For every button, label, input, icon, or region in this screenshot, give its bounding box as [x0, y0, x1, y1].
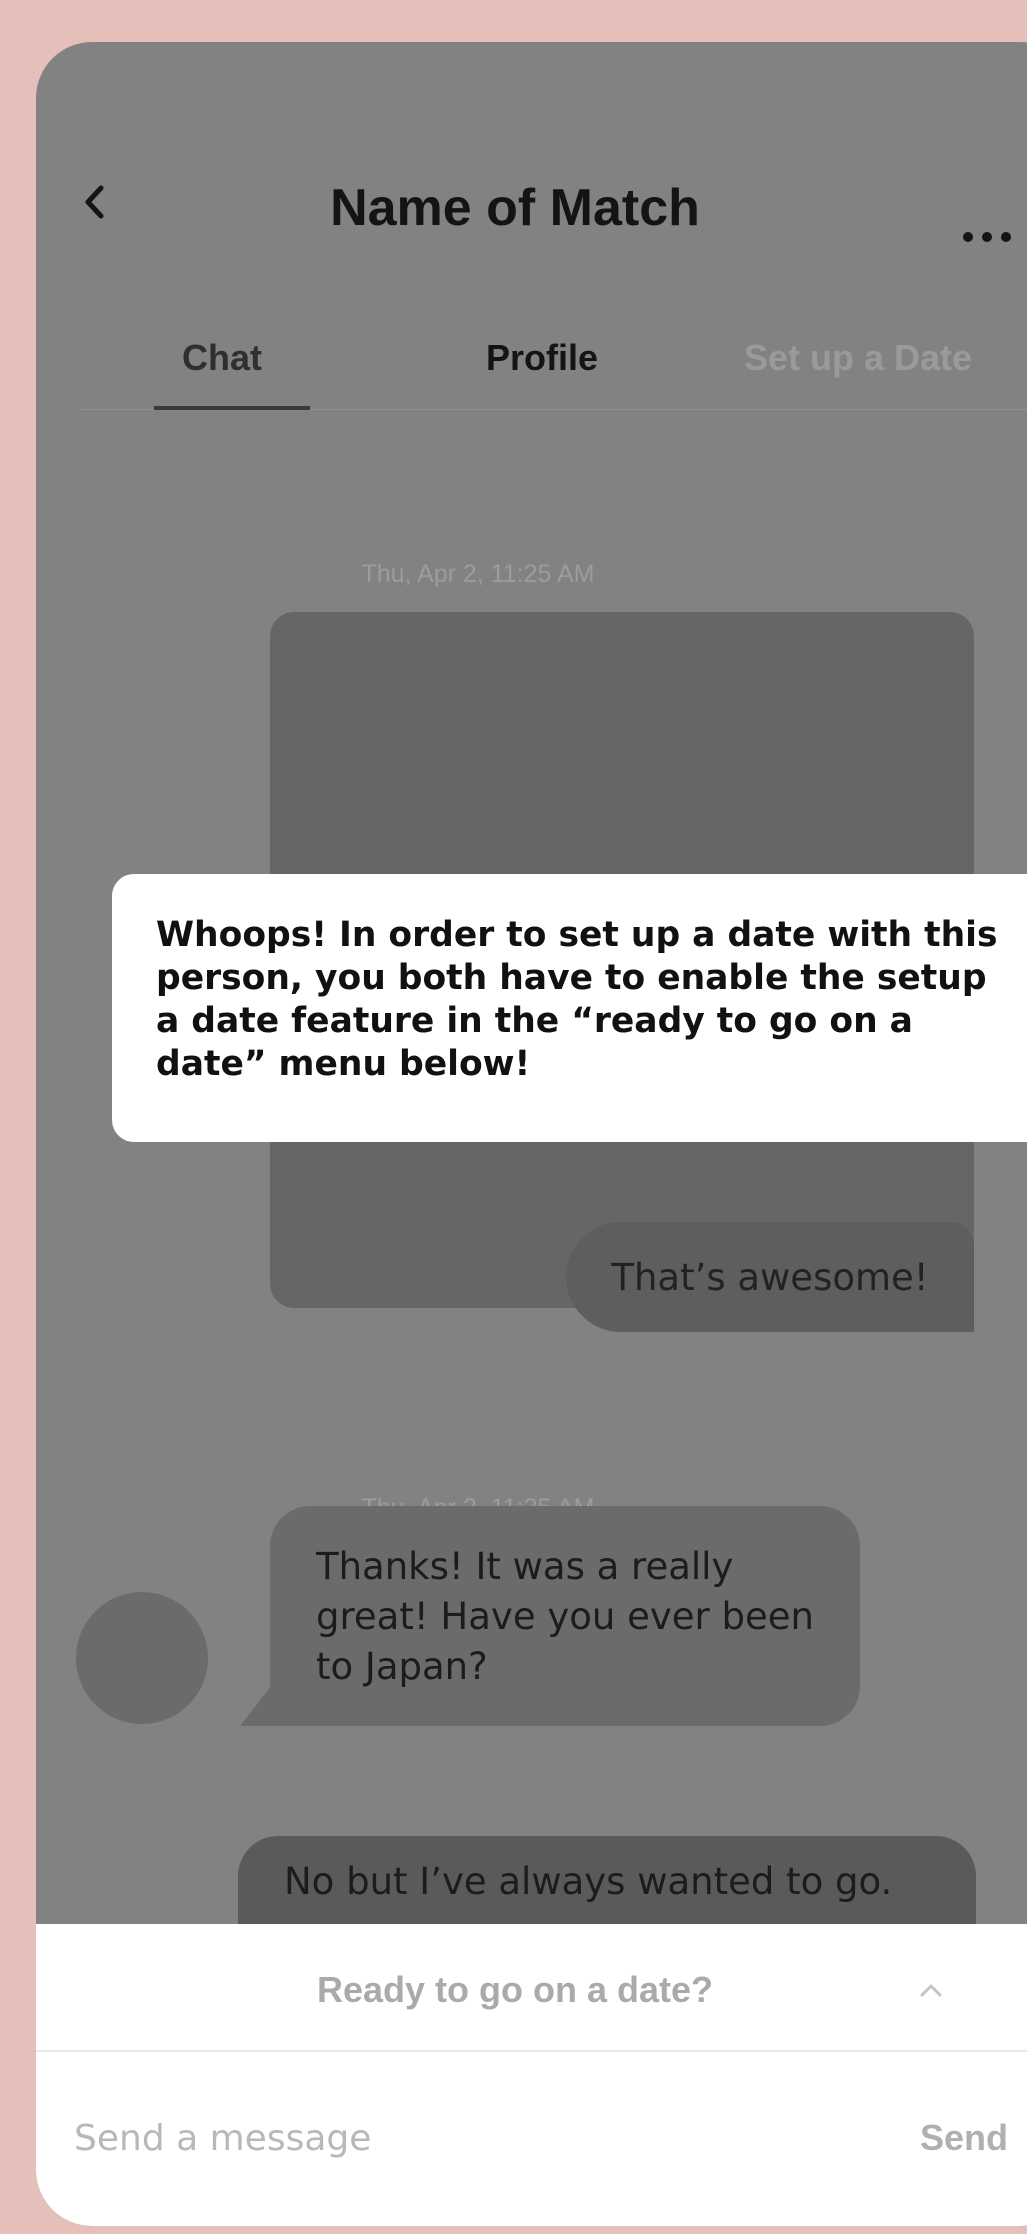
avatar[interactable]: [76, 1592, 208, 1724]
sheet-divider: [36, 2050, 1027, 2052]
more-options-icon[interactable]: [963, 232, 1011, 242]
send-button[interactable]: Send: [920, 2117, 1008, 2159]
tab-profile[interactable]: Profile: [486, 337, 598, 379]
alert-dialog: Whoops! In order to set up a date with t…: [112, 874, 1027, 1142]
incoming-bubble-tail: [240, 1682, 274, 1726]
tab-chat[interactable]: Chat: [182, 337, 262, 379]
incoming-message-text: Thanks! It was a really great! Have you …: [316, 1545, 814, 1688]
tab-set-up-a-date[interactable]: Set up a Date: [744, 337, 972, 379]
alert-message: Whoops! In order to set up a date with t…: [156, 915, 998, 1084]
active-tab-indicator: [154, 406, 310, 410]
outgoing-message-text: That’s awesome!: [611, 1255, 929, 1299]
chevron-up-icon[interactable]: [918, 1980, 944, 2000]
message-timestamp: Thu, Apr 2, 11:25 AM: [361, 560, 595, 588]
phone-screen: Name of Match Chat Profile Set up a Date…: [36, 42, 1027, 2226]
outgoing-message-text: No but I’ve always wanted to go.: [284, 1860, 893, 1903]
page-title: Name of Match: [330, 179, 700, 237]
message-input[interactable]: [74, 2108, 834, 2168]
date-menu-toggle[interactable]: Ready to go on a date?: [36, 1969, 994, 2011]
